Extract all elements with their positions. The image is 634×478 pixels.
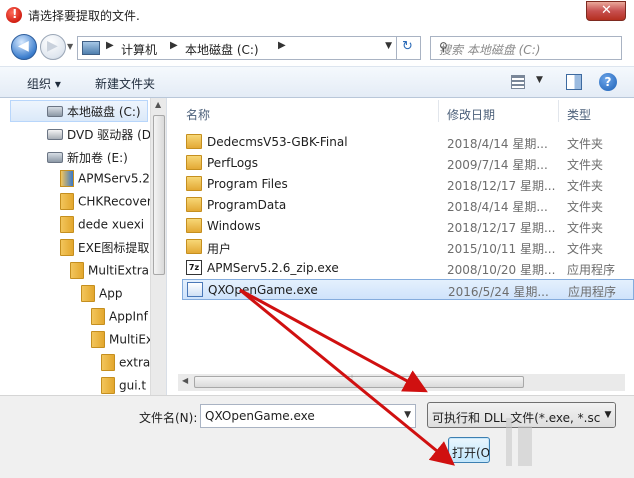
window-title: 请选择要提取的文件. <box>28 9 140 23</box>
nav-item-dede-xuexi[interactable]: dede xuexi <box>60 216 144 238</box>
address-bar[interactable]: ▶ 计算机 ▶ 本地磁盘 (C:) ▶ ▼ <box>77 36 397 60</box>
arrow-right-icon: ▶ <box>47 38 58 54</box>
folder-icon <box>91 308 105 325</box>
organize-button[interactable]: 组织 ▾ <box>27 75 61 92</box>
close-icon: ✕ <box>601 3 612 18</box>
file-row-selected[interactable]: QXOpenGame.exe 2016/5/24 星期... 应用程序 <box>182 279 634 300</box>
folder-icon <box>91 331 105 348</box>
file-row[interactable]: 用户 2015/10/11 星期... 文件夹 <box>182 237 634 258</box>
nav-item-drive-e[interactable]: 新加卷 (E:) <box>47 147 128 169</box>
nav-item-chkrecover[interactable]: CHKRecover <box>60 193 152 215</box>
breadcrumb-separator[interactable]: ▶ <box>170 40 178 51</box>
toolbar: 组织 ▾ 新建文件夹 ▼ ? <box>0 66 634 98</box>
nav-item-app[interactable]: App <box>81 285 122 307</box>
column-header-type[interactable]: 类型 <box>567 106 591 123</box>
help-icon[interactable]: ? <box>599 73 617 91</box>
nav-item-extra[interactable]: extra <box>101 354 150 376</box>
recent-pages-dropdown[interactable]: ▼ <box>67 42 73 51</box>
breadcrumb-separator[interactable]: ▶ <box>278 40 286 51</box>
nav-scrollbar[interactable]: ▲ <box>150 98 166 395</box>
file-row[interactable]: Program Files 2018/12/17 星期... 文件夹 <box>182 174 634 195</box>
breadcrumb-computer[interactable]: 计算机 <box>121 41 157 58</box>
folder-icon <box>186 197 202 212</box>
nav-item-apmserv[interactable]: APMServ5.2 <box>60 170 150 192</box>
refresh-icon: ↻ <box>402 39 413 54</box>
folder-icon <box>186 134 202 149</box>
watermark-logo-icon <box>506 418 532 466</box>
folder-icon <box>60 239 74 256</box>
folder-icon <box>186 155 202 170</box>
folder-icon <box>186 218 202 233</box>
drive-icon <box>47 106 63 117</box>
7z-archive-icon: 7z <box>186 260 202 275</box>
file-list: 名称 修改日期 类型 DedecmsV53-GBK-Final 2018/4/1… <box>168 98 634 395</box>
breadcrumb-drive-c[interactable]: 本地磁盘 (C:) <box>185 41 259 58</box>
folder-icon <box>101 354 115 371</box>
new-folder-button[interactable]: 新建文件夹 <box>95 75 155 92</box>
nav-item-appinfo[interactable]: AppInf <box>91 308 148 330</box>
open-button[interactable]: 打开(O) <box>448 437 490 463</box>
close-button[interactable]: ✕ <box>586 1 626 21</box>
filename-label: 文件名(N): <box>139 411 198 425</box>
apmserv-folder-icon <box>60 170 74 187</box>
filename-input[interactable] <box>201 405 391 427</box>
folder-icon <box>60 193 74 210</box>
filename-dropdown-icon[interactable]: ▼ <box>404 410 411 420</box>
file-row[interactable]: 7z APMServ5.2.6_zip.exe 2008/10/20 星期...… <box>182 258 634 279</box>
file-row[interactable]: PerfLogs 2009/7/14 星期... 文件夹 <box>182 153 634 174</box>
exe-icon <box>187 282 203 297</box>
title-bar: 请选择要提取的文件. ✕ <box>0 0 634 30</box>
file-row[interactable]: ProgramData 2018/4/14 星期... 文件夹 <box>182 195 634 216</box>
file-row[interactable]: DedecmsV53-GBK-Final 2018/4/14 星期... 文件夹 <box>182 132 634 153</box>
nav-item-dvd[interactable]: DVD 驱动器 (D <box>47 124 151 146</box>
nav-item-drive-c[interactable]: 本地磁盘 (C:) <box>10 100 148 122</box>
arrow-left-icon: ◀ <box>18 38 29 54</box>
breadcrumb-separator[interactable]: ▶ <box>106 40 114 51</box>
dvd-drive-icon <box>47 129 63 140</box>
folder-icon <box>186 239 202 254</box>
back-button[interactable]: ◀ <box>11 34 37 60</box>
folder-icon <box>81 285 95 302</box>
open-button-label: 打开(O) <box>452 446 490 460</box>
scroll-up-icon[interactable]: ▲ <box>155 100 161 109</box>
search-input[interactable]: 搜索 本地磁盘 (C:) ⚲ <box>430 36 622 60</box>
nav-scroll-thumb[interactable] <box>153 115 165 275</box>
view-options-icon[interactable] <box>511 75 525 89</box>
column-header-date[interactable]: 修改日期 <box>447 106 495 123</box>
site-watermark <box>500 412 630 476</box>
folder-icon <box>186 176 202 191</box>
scroll-grip-icon: ⦙ <box>351 374 354 384</box>
navigation-pane: 本地磁盘 (C:) DVD 驱动器 (D 新加卷 (E:) APMServ5.2… <box>0 98 167 395</box>
folder-icon <box>60 216 74 233</box>
horizontal-scrollbar[interactable]: ◀ ⦙ <box>178 374 625 391</box>
nav-item-multiextra[interactable]: MultiExtra <box>70 262 149 284</box>
address-dropdown-icon[interactable]: ▼ <box>385 41 392 51</box>
drive-icon <box>47 152 63 163</box>
forward-button[interactable]: ▶ <box>40 34 66 60</box>
view-dropdown-icon[interactable]: ▼ <box>536 75 543 85</box>
computer-icon <box>82 41 100 55</box>
column-divider[interactable] <box>558 100 559 122</box>
nav-item-gui[interactable]: gui.t <box>101 377 146 395</box>
column-header-name[interactable]: 名称 <box>186 106 210 123</box>
scroll-left-icon[interactable]: ◀ <box>182 376 188 385</box>
app-warning-icon <box>6 7 22 23</box>
folder-icon <box>70 262 84 279</box>
file-row[interactable]: Windows 2018/12/17 星期... 文件夹 <box>182 216 634 237</box>
search-icon: ⚲ <box>439 40 448 54</box>
horizontal-scroll-thumb[interactable] <box>194 376 524 388</box>
refresh-button[interactable]: ↻ <box>397 36 421 60</box>
nav-item-exe-icon-extract[interactable]: EXE图标提取 <box>60 239 149 261</box>
preview-pane-icon[interactable] <box>566 74 582 90</box>
column-divider[interactable] <box>438 100 439 122</box>
folder-icon <box>101 377 115 394</box>
filename-combobox[interactable]: ▼ <box>200 404 416 428</box>
address-row: ◀ ▶ ▼ ▶ 计算机 ▶ 本地磁盘 (C:) ▶ ▼ ↻ 搜索 本地磁盘 (C… <box>0 30 634 66</box>
nav-item-multiex[interactable]: MultiEx <box>91 331 153 353</box>
